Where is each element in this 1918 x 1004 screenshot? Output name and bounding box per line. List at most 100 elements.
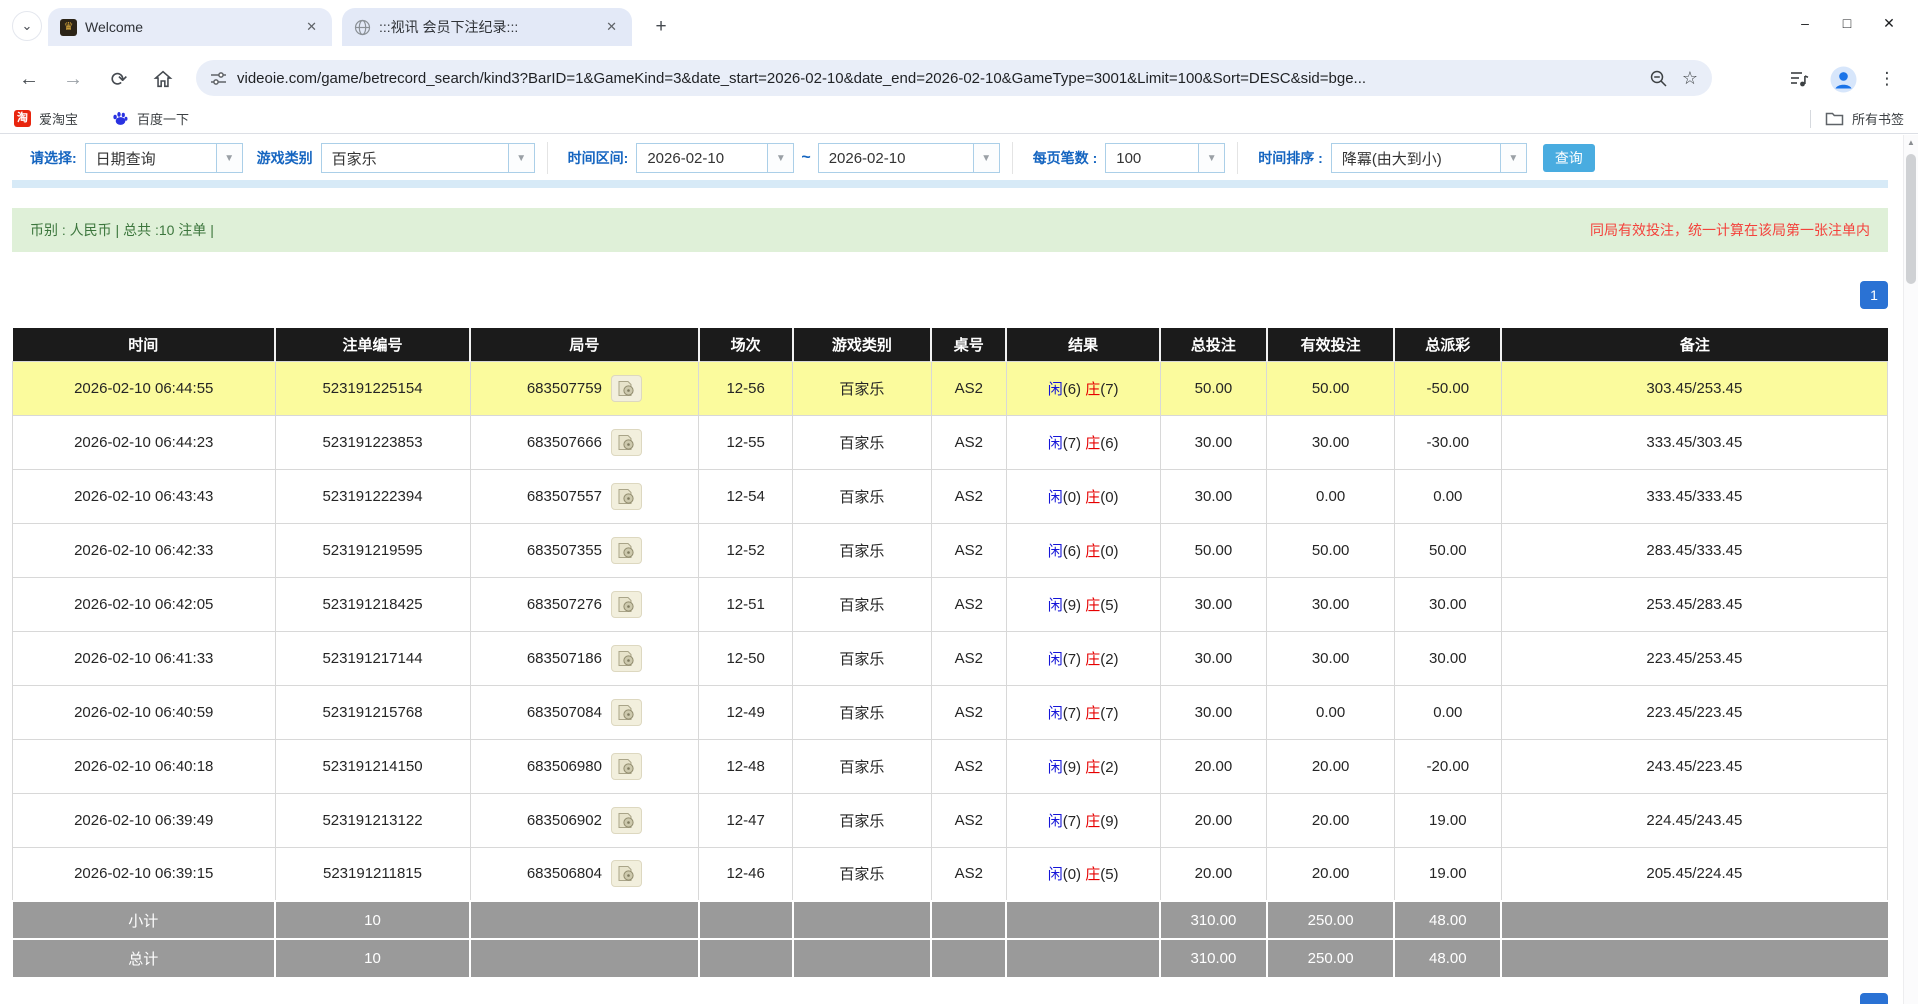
tab-welcome[interactable]: ♛ Welcome ✕ xyxy=(48,8,332,46)
game-type-cell: 百家乐 xyxy=(793,415,932,469)
video-replay-button[interactable] xyxy=(611,645,642,672)
video-replay-button[interactable] xyxy=(611,537,642,564)
scroll-up-arrow[interactable]: ▲ xyxy=(1904,138,1918,147)
divider xyxy=(547,142,548,174)
scrollbar-thumb[interactable] xyxy=(1906,154,1916,284)
table-no-cell: AS2 xyxy=(931,415,1006,469)
total-bet-cell[interactable]: 30.00 xyxy=(1160,685,1267,739)
game-category-label: 游戏类别 xyxy=(257,148,313,168)
remark-cell: 333.45/303.45 xyxy=(1501,415,1887,469)
total-bet-cell[interactable]: 50.00 xyxy=(1160,523,1267,577)
total-bet-cell[interactable]: 30.00 xyxy=(1160,577,1267,631)
time-cell: 2026-02-10 06:40:18 xyxy=(13,739,276,793)
result-cell: 闲(7) 庄(2) xyxy=(1006,631,1160,685)
column-header: 注单编号 xyxy=(275,328,470,361)
total-bet-cell[interactable]: 20.00 xyxy=(1160,793,1267,847)
total-bet-cell[interactable]: 30.00 xyxy=(1160,631,1267,685)
date-start-select[interactable]: 2026-02-10 ▼ xyxy=(636,143,794,173)
table-no-cell: AS2 xyxy=(931,361,1006,415)
query-type-select[interactable]: 日期查询 ▼ xyxy=(85,143,243,173)
close-button[interactable]: ✕ xyxy=(1868,6,1910,40)
refresh-button[interactable]: ⟳ xyxy=(104,64,134,94)
video-replay-button[interactable] xyxy=(611,860,642,887)
video-replay-button[interactable] xyxy=(611,699,642,726)
bet-row: 2026-02-10 06:40:59523191215768683507084… xyxy=(13,685,1888,739)
bet-id-cell: 523191213122 xyxy=(275,793,470,847)
video-replay-icon xyxy=(617,704,635,721)
video-replay-button[interactable] xyxy=(611,753,642,780)
new-tab-button[interactable]: + xyxy=(648,15,674,41)
back-button[interactable]: ← xyxy=(14,64,44,94)
video-replay-button[interactable] xyxy=(611,429,642,456)
video-replay-button[interactable] xyxy=(611,807,642,834)
all-bookmarks-label[interactable]: 所有书签 xyxy=(1852,109,1904,128)
close-tab-icon[interactable]: ✕ xyxy=(301,17,322,37)
video-replay-button[interactable] xyxy=(611,591,642,618)
remark-cell: 205.45/224.45 xyxy=(1501,847,1887,901)
maximize-button[interactable]: □ xyxy=(1826,6,1868,40)
result-cell: 闲(0) 庄(0) xyxy=(1006,469,1160,523)
time-cell: 2026-02-10 06:39:15 xyxy=(13,847,276,901)
forward-button[interactable]: → xyxy=(58,64,88,94)
chevron-down-icon: ▼ xyxy=(508,144,534,172)
table-no-cell: AS2 xyxy=(931,739,1006,793)
footer-cell xyxy=(699,939,793,977)
page-size-select[interactable]: 100 ▼ xyxy=(1105,143,1225,173)
result-value: 闲(6) 庄(7) xyxy=(1048,381,1119,398)
column-header: 有效投注 xyxy=(1267,328,1395,361)
sort-select[interactable]: 降冪(由大到小) ▼ xyxy=(1331,143,1527,173)
scrollbar[interactable]: ▲ xyxy=(1903,135,1918,1004)
total-bet-cell[interactable]: 30.00 xyxy=(1160,469,1267,523)
total-bet-cell[interactable]: 50.00 xyxy=(1160,361,1267,415)
kebab-menu-icon[interactable]: ⋮ xyxy=(1872,64,1902,94)
remark-cell: 283.45/333.45 xyxy=(1501,523,1887,577)
divider xyxy=(1810,110,1811,128)
footer-cell xyxy=(931,939,1006,977)
media-controls-icon[interactable] xyxy=(1784,64,1814,94)
zoom-out-icon[interactable] xyxy=(1649,69,1668,88)
footer-cell: 250.00 xyxy=(1267,901,1395,939)
chevron-down-icon: ▼ xyxy=(973,144,999,172)
result-value: 闲(7) 庄(7) xyxy=(1048,705,1119,722)
game-type-cell: 百家乐 xyxy=(793,739,932,793)
result-cell: 闲(9) 庄(5) xyxy=(1006,577,1160,631)
total-bet-cell[interactable]: 20.00 xyxy=(1160,847,1267,901)
footer-cell: 310.00 xyxy=(1160,901,1267,939)
video-replay-button[interactable] xyxy=(611,375,642,402)
pagination-page-1[interactable]: 1 xyxy=(1860,281,1888,309)
home-button[interactable] xyxy=(148,64,178,94)
url-text[interactable]: videoie.com/game/betrecord_search/kind3?… xyxy=(237,70,1639,87)
search-button[interactable]: 查询 xyxy=(1543,144,1595,172)
profile-avatar[interactable] xyxy=(1828,64,1858,94)
url-bar[interactable]: videoie.com/game/betrecord_search/kind3?… xyxy=(196,60,1712,96)
table-header-row: 时间注单编号局号场次游戏类别桌号结果总投注有效投注总派彩备注 xyxy=(13,328,1888,361)
bet-row: 2026-02-10 06:39:15523191211815683506804… xyxy=(13,847,1888,901)
bookmark-taobao[interactable]: 淘 爱淘宝 xyxy=(14,109,78,128)
footer-cell: 48.00 xyxy=(1394,901,1501,939)
tab-betrecord-active[interactable]: :::视讯 会员下注纪录::: ✕ xyxy=(342,8,632,46)
video-replay-button[interactable] xyxy=(611,483,642,510)
valid-bet-cell: 20.00 xyxy=(1267,739,1395,793)
remark-cell: 243.45/223.45 xyxy=(1501,739,1887,793)
date-end-select[interactable]: 2026-02-10 ▼ xyxy=(818,143,1000,173)
query-type-value: 日期查询 xyxy=(86,144,216,172)
result-cell: 闲(7) 庄(7) xyxy=(1006,685,1160,739)
game-type-cell: 百家乐 xyxy=(793,523,932,577)
tune-icon[interactable] xyxy=(210,70,227,87)
valid-bet-cell: 30.00 xyxy=(1267,577,1395,631)
minimize-button[interactable]: – xyxy=(1784,6,1826,40)
bookmark-star-icon[interactable]: ☆ xyxy=(1682,68,1698,89)
valid-bet-cell: 0.00 xyxy=(1267,685,1395,739)
bet-id-cell: 523191223853 xyxy=(275,415,470,469)
game-category-select[interactable]: 百家乐 ▼ xyxy=(321,143,535,173)
result-cell: 闲(7) 庄(6) xyxy=(1006,415,1160,469)
pagination-bottom[interactable] xyxy=(1860,993,1888,1004)
round-cell: 683507759 xyxy=(470,361,699,415)
total-bet-cell[interactable]: 30.00 xyxy=(1160,415,1267,469)
tab-search-button[interactable]: ⌄ xyxy=(12,11,42,41)
close-tab-icon[interactable]: ✕ xyxy=(601,17,622,37)
bookmark-baidu[interactable]: 百度一下 xyxy=(112,109,189,128)
total-bet-cell[interactable]: 20.00 xyxy=(1160,739,1267,793)
result-value: 闲(7) 庄(6) xyxy=(1048,435,1119,452)
footer-cell xyxy=(470,939,699,977)
